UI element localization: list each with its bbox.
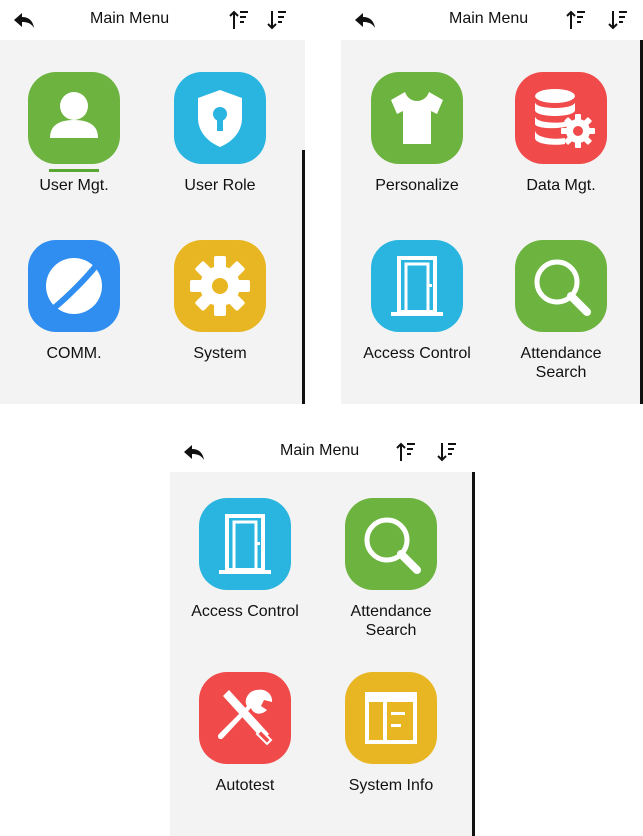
page-title: Main Menu bbox=[90, 10, 170, 27]
tile-label: System Info bbox=[348, 777, 434, 794]
tile-label: Attendance Search bbox=[350, 603, 432, 639]
menu-tile-system[interactable]: System bbox=[165, 240, 275, 400]
title-bar: Main Menu bbox=[0, 0, 305, 40]
sort-ascending-icon[interactable] bbox=[228, 9, 250, 31]
magnifier-icon bbox=[515, 240, 607, 332]
database-gear-icon bbox=[515, 72, 607, 164]
main-menu-screen-2: Main Menu Personalize Data Mgt. Access C… bbox=[341, 0, 643, 404]
page-title: Main Menu bbox=[449, 10, 529, 27]
main-menu-screen-3: Main Menu Access Control Attendance Sear… bbox=[170, 432, 475, 836]
sort-descending-icon[interactable] bbox=[607, 9, 629, 31]
menu-tile-personalize[interactable]: Personalize bbox=[362, 72, 472, 232]
tile-label: Personalize bbox=[375, 177, 459, 194]
menu-tile-access-control[interactable]: Access Control bbox=[190, 498, 300, 658]
tools-icon bbox=[199, 672, 291, 764]
menu-tile-system-info[interactable]: System Info bbox=[336, 672, 446, 832]
sort-descending-icon[interactable] bbox=[266, 9, 288, 31]
tile-label: Data Mgt. bbox=[526, 177, 596, 194]
menu-tile-attendance-search[interactable]: Attendance Search bbox=[336, 498, 446, 658]
back-arrow-icon[interactable] bbox=[12, 8, 36, 32]
title-bar: Main Menu bbox=[170, 432, 475, 472]
menu-tile-access-control[interactable]: Access Control bbox=[362, 240, 472, 400]
door-icon bbox=[371, 240, 463, 332]
page-title: Main Menu bbox=[280, 442, 360, 459]
sort-ascending-icon[interactable] bbox=[395, 441, 417, 463]
tile-label: User Role bbox=[184, 177, 256, 194]
gear-icon bbox=[174, 240, 266, 332]
scrollbar[interactable] bbox=[472, 472, 475, 836]
menu-tile-data-mgt[interactable]: Data Mgt. bbox=[506, 72, 616, 232]
selection-indicator bbox=[49, 169, 99, 172]
title-bar: Main Menu bbox=[341, 0, 643, 40]
planet-icon bbox=[28, 240, 120, 332]
tshirt-icon bbox=[371, 72, 463, 164]
menu-tile-attendance-search[interactable]: Attendance Search bbox=[506, 240, 616, 400]
menu-tile-autotest[interactable]: Autotest bbox=[190, 672, 300, 832]
main-menu-screen-1: Main Menu User Mgt. User Role COMM. Syst… bbox=[0, 0, 305, 404]
tile-label: Access Control bbox=[363, 345, 471, 362]
door-icon bbox=[199, 498, 291, 590]
back-arrow-icon[interactable] bbox=[353, 8, 377, 32]
sort-ascending-icon[interactable] bbox=[565, 9, 587, 31]
tile-label: COMM. bbox=[46, 345, 102, 362]
sort-descending-icon[interactable] bbox=[436, 441, 458, 463]
tile-label: Autotest bbox=[215, 777, 275, 794]
menu-tile-user-mgt[interactable]: User Mgt. bbox=[19, 72, 129, 232]
magnifier-icon bbox=[345, 498, 437, 590]
info-panel-icon bbox=[345, 672, 437, 764]
scrollbar[interactable] bbox=[302, 150, 305, 404]
back-arrow-icon[interactable] bbox=[182, 440, 206, 464]
tile-label: Access Control bbox=[191, 603, 299, 620]
menu-tile-comm[interactable]: COMM. bbox=[19, 240, 129, 400]
user-icon bbox=[28, 72, 120, 164]
shield-keyhole-icon bbox=[174, 72, 266, 164]
tile-label: System bbox=[193, 345, 247, 362]
tile-label: User Mgt. bbox=[39, 177, 109, 194]
tile-label: Attendance Search bbox=[520, 345, 602, 381]
menu-tile-user-role[interactable]: User Role bbox=[165, 72, 275, 232]
